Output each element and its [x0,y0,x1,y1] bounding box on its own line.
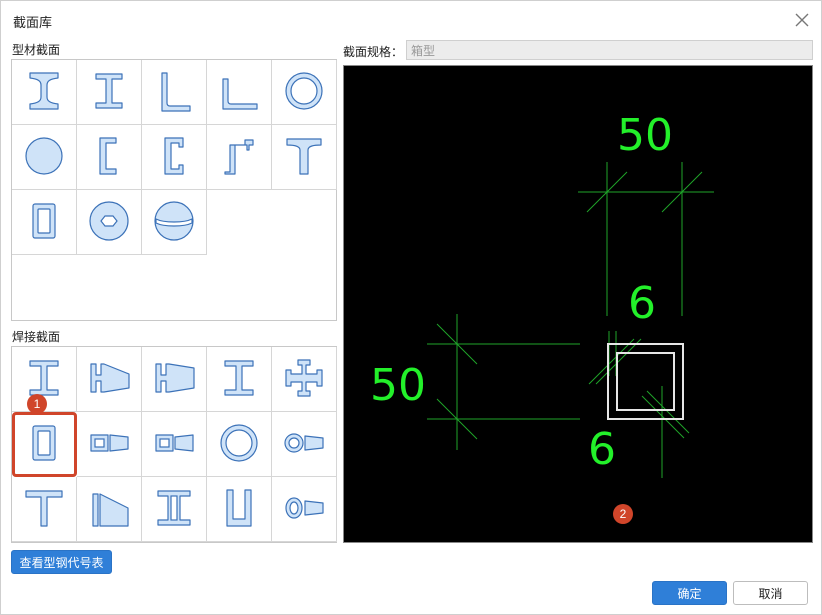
profile-section-cell-7[interactable] [77,125,142,190]
welded-section-cell-6[interactable] [12,412,77,477]
z-section-icon [213,130,265,185]
rectangular-tube-icon [18,195,70,250]
welded-h-beam-icon [213,352,265,407]
dim-label-width: 50 [617,110,673,161]
welded-section-cell-8[interactable] [142,412,207,477]
welded-cross-icon [278,352,330,407]
profile-section-cell-4[interactable] [207,60,272,125]
profile-section-cell-11[interactable] [12,190,77,255]
welded-tube-tapered-icon [278,417,330,472]
spec-label: 截面规格： [343,45,404,59]
welded-t-icon [18,482,70,537]
lipped-channel-icon [148,130,200,185]
callout-badge-2: 2 [613,504,633,524]
profile-section-grid [11,59,337,321]
channel-icon [83,130,135,185]
t-section-icon [278,130,330,185]
profile-section-cell-2[interactable] [77,60,142,125]
callout-badge-1: 1 [27,394,47,414]
profile-section-label: 型材截面 [12,43,61,57]
h-beam-icon [83,65,135,120]
welded-section-cell-4[interactable] [207,347,272,412]
profile-section-cell-13[interactable] [142,190,207,255]
welded-section-cell-15[interactable] [272,477,337,542]
profile-section-cell-10[interactable] [272,125,337,190]
welded-box-tapered-icon [83,417,135,472]
box-inner-outline [616,352,675,411]
profile-section-cell-6[interactable] [12,125,77,190]
welded-section-grid [11,346,337,543]
welded-section-cell-12[interactable] [77,477,142,542]
dim-label-height: 50 [370,360,426,411]
section-preview-canvas: 50 6 50 6 2 [343,65,813,543]
welded-double-i-icon [148,482,200,537]
ok-button[interactable]: 确定 [652,581,727,605]
welded-u-icon [213,482,265,537]
equal-angle-icon [148,65,200,120]
lookup-steel-code-button[interactable]: 查看型钢代号表 [11,550,112,574]
hexagon-hole-disc-icon [83,195,135,250]
welded-section-cell-14[interactable] [207,477,272,542]
spec-input[interactable] [406,40,813,60]
unequal-angle-icon [213,65,265,120]
welded-section-cell-11[interactable] [12,477,77,542]
profile-section-cell-12[interactable] [77,190,142,255]
close-icon[interactable] [793,11,811,29]
welded-box-icon [18,417,70,472]
dim-label-thickness-top: 6 [628,278,656,329]
welded-section-cell-9[interactable] [207,412,272,477]
profile-section-cell-1[interactable] [12,60,77,125]
dialog-title: 截面库 [13,15,53,30]
welded-section-label: 焊接截面 [12,330,61,344]
welded-section-cell-2[interactable] [77,347,142,412]
dim-label-thickness-bottom: 6 [588,424,616,475]
cancel-button[interactable]: 取消 [733,581,808,605]
welded-tapered-i-reverse-icon [148,352,200,407]
title-bar: 截面库 [1,1,821,39]
welded-section-cell-7[interactable] [77,412,142,477]
welded-section-cell-3[interactable] [142,347,207,412]
welded-tapered-t-icon [83,482,135,537]
welded-circular-tube-icon [213,417,265,472]
welded-tube-tapered-2-icon [278,482,330,537]
solid-circle-icon [18,130,70,185]
circular-tube-icon [278,65,330,120]
profile-section-cell-9[interactable] [207,125,272,190]
welded-section-cell-10[interactable] [272,412,337,477]
profile-section-cell-8[interactable] [142,125,207,190]
welded-section-cell-13[interactable] [142,477,207,542]
welded-box-tapered-2-icon [148,417,200,472]
welded-section-cell-5[interactable] [272,347,337,412]
box-outer-outline [607,343,684,420]
welded-tapered-i-icon [83,352,135,407]
split-sphere-icon [148,195,200,250]
i-beam-icon [18,65,70,120]
section-library-dialog: 截面库 型材截面 焊接截面 1 截面规格： 箱型 50 6 50 6 2 查看型… [0,0,822,615]
profile-section-cell-3[interactable] [142,60,207,125]
profile-section-cell-5[interactable] [272,60,337,125]
